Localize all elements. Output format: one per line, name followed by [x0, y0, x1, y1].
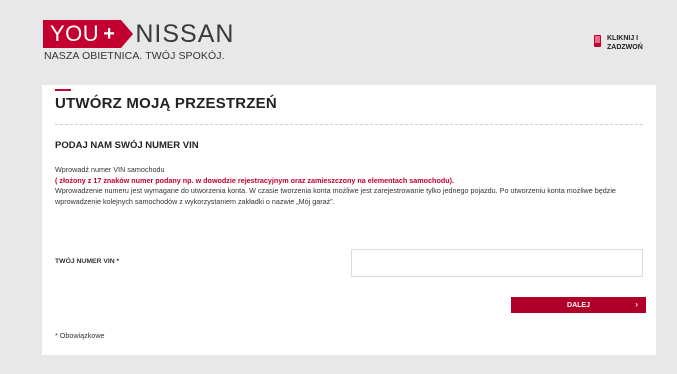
- desc-line-3: Wprowadzenie numeru jest wymagane do utw…: [55, 186, 616, 206]
- logo-brand-text: NISSAN: [135, 19, 235, 48]
- title-divider: [55, 124, 643, 125]
- title-accent-bar: [55, 89, 71, 91]
- next-button-label: DALEJ: [567, 301, 590, 309]
- phone-icon: [594, 35, 601, 47]
- section-subtitle: PODAJ NAM SWÓJ NUMER VIN: [55, 140, 199, 151]
- next-button[interactable]: DALEJ ›: [511, 297, 646, 313]
- required-note: * Obowiązkowe: [55, 331, 105, 340]
- desc-line-1: Wprowadź numer VIN samochodu: [55, 165, 165, 174]
- page-title: UTWÓRZ MOJĄ PRZESTRZEŃ: [55, 95, 277, 112]
- click-to-call[interactable]: KLIKNIJ I ZADZWOŃ: [594, 34, 643, 52]
- chevron-right-icon: ›: [635, 300, 638, 309]
- logo-plus: +: [103, 22, 116, 45]
- logo-you-text: YOU: [50, 21, 100, 46]
- registration-card: UTWÓRZ MOJĄ PRZESTRZEŃ PODAJ NAM SWÓJ NU…: [42, 85, 656, 355]
- click-to-call-label: KLIKNIJ I ZADZWOŃ: [607, 34, 643, 52]
- desc-line-2: ( złożony z 17 znaków numer podany np. w…: [55, 175, 455, 185]
- site-header: YOU + NISSAN NASZA OBIETNICA. TWÓJ SPOKÓ…: [0, 0, 677, 84]
- logo-flag-shape: [121, 20, 134, 48]
- vin-input[interactable]: [351, 249, 643, 277]
- nissan-logo[interactable]: YOU + NISSAN: [43, 20, 234, 48]
- call-line-2: ZADZWOŃ: [607, 44, 643, 51]
- vin-label: TWÓJ NUMER VIN *: [55, 258, 120, 265]
- vin-description: Wprowadź numer VIN samochodu ( złożony z…: [55, 165, 645, 207]
- logo-you-box: YOU +: [43, 20, 122, 48]
- tagline: NASZA OBIETNICA. TWÓJ SPOKÓJ.: [44, 50, 225, 62]
- call-line-1: KLIKNIJ I: [607, 35, 639, 42]
